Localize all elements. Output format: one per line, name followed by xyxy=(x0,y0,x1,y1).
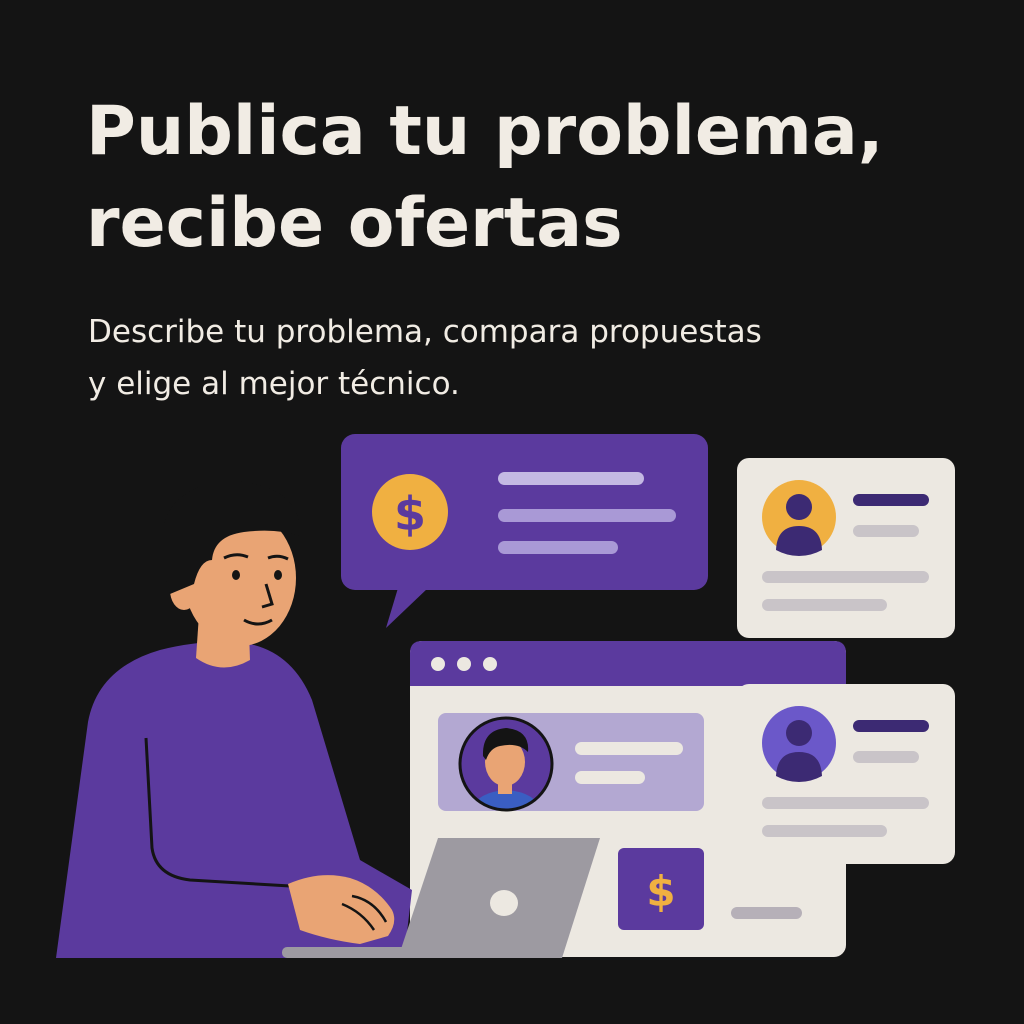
price-button: $ xyxy=(618,848,704,930)
bubble-dollar-symbol: $ xyxy=(394,487,426,541)
offer-speech-bubble: $ xyxy=(341,434,708,628)
technician-avatar xyxy=(458,716,554,812)
technician-card-2 xyxy=(737,684,955,864)
button-dollar-symbol: $ xyxy=(646,867,675,916)
technician-card-1 xyxy=(737,458,955,638)
window-dots-icon xyxy=(431,657,497,671)
technician-profile-card xyxy=(438,713,704,812)
illustration: $ $ xyxy=(56,434,955,958)
